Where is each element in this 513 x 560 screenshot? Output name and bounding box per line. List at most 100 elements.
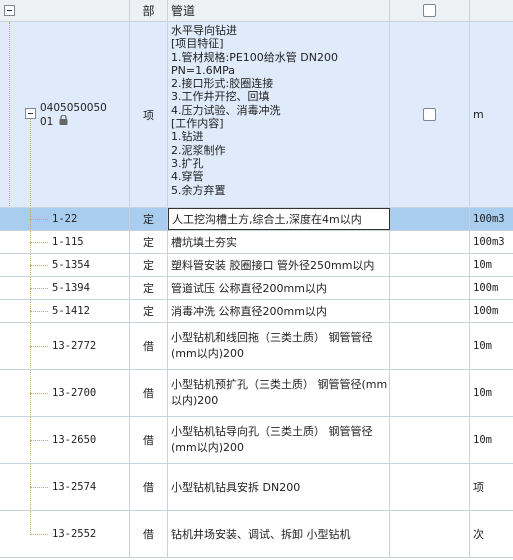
- tree-branch: [30, 440, 48, 441]
- header-name[interactable]: 管道: [168, 0, 390, 21]
- tree-guide-line: [9, 22, 10, 207]
- row-code: 1-115: [52, 236, 84, 248]
- row-name[interactable]: 塑料管安装 胶圈接口 管外径250mm以内: [168, 254, 390, 276]
- parent-code-line2-wrap: 01: [40, 115, 107, 129]
- row-code-cell: 5-1412: [0, 300, 130, 322]
- row-type: 借: [130, 370, 168, 416]
- row-check-cell: [390, 370, 470, 416]
- tree-branch: [30, 219, 48, 220]
- row-code: 5-1354: [52, 259, 90, 271]
- row-name[interactable]: 槽坑填土夯实: [168, 231, 390, 253]
- row-name[interactable]: 小型钻机预扩孔（三类土质） 钢管管径(mm以内)200: [168, 370, 390, 416]
- row-type: 借: [130, 417, 168, 463]
- row-check-cell: [390, 300, 470, 322]
- row-code-cell: 13-2700: [0, 370, 130, 416]
- lock-icon: [59, 115, 68, 125]
- row-code: 13-2650: [52, 434, 97, 446]
- table-row[interactable]: 13-2552 借 钻机井场安装、调试、拆卸 小型钻机 次: [0, 511, 513, 558]
- tree-branch: [30, 242, 48, 243]
- row-name[interactable]: 消毒冲洗 公称直径200mm以内: [168, 300, 390, 322]
- collapse-all-icon[interactable]: [4, 5, 15, 16]
- table-row[interactable]: 5-1354 定 塑料管安装 胶圈接口 管外径250mm以内 10m: [0, 254, 513, 277]
- header-type[interactable]: 部: [130, 0, 168, 21]
- row-unit: 100m: [473, 282, 499, 294]
- parent-unit: m: [473, 108, 484, 121]
- row-unit: 100m: [473, 305, 499, 317]
- parent-item-row[interactable]: 0405050050 01 项 水平导向钻进 [项目特征] 1.管材规格:PE1…: [0, 22, 513, 208]
- tree-branch: [30, 534, 48, 535]
- table-row[interactable]: 1-115 定 槽坑填土夯实 100m3: [0, 231, 513, 254]
- row-name[interactable]: 钻机井场安装、调试、拆卸 小型钻机: [168, 511, 390, 557]
- row-unit: 10m: [473, 387, 492, 399]
- parent-code-cell: 0405050050 01: [0, 22, 130, 207]
- row-code-cell: 1-115: [0, 231, 130, 253]
- select-all-checkbox[interactable]: [423, 4, 436, 17]
- row-name[interactable]: 管道试压 公称直径200mm以内: [168, 277, 390, 299]
- parent-type: 项: [130, 22, 168, 207]
- row-type: 定: [130, 231, 168, 253]
- row-unit: 10m: [473, 434, 492, 446]
- row-type: 借: [130, 464, 168, 510]
- header-tree-cell: [0, 0, 130, 21]
- row-check-cell: [390, 277, 470, 299]
- row-check-cell: [390, 208, 470, 230]
- header-unit: [470, 0, 513, 21]
- row-code: 13-2552: [52, 528, 97, 540]
- row-code-cell: 13-2772: [0, 323, 130, 369]
- row-check-cell: [390, 511, 470, 557]
- parent-check-cell: [390, 22, 470, 207]
- row-check-cell: [390, 464, 470, 510]
- row-check-cell: [390, 323, 470, 369]
- row-name-editor[interactable]: 人工挖沟槽土方,综合土,深度在4m以内: [168, 208, 390, 230]
- row-code-cell: 5-1394: [0, 277, 130, 299]
- parent-description: 水平导向钻进 [项目特征] 1.管材规格:PE100给水管 DN200 PN=1…: [171, 24, 338, 197]
- row-name[interactable]: 小型钻机钻导向孔（三类土质） 钢管管径(mm以内)200: [168, 417, 390, 463]
- row-code-cell: 13-2574: [0, 464, 130, 510]
- tree-guide-line: [30, 511, 31, 535]
- row-check-cell: [390, 417, 470, 463]
- row-type: 定: [130, 254, 168, 276]
- row-type: 定: [130, 300, 168, 322]
- tree-branch: [30, 265, 48, 266]
- row-type: 定: [130, 208, 168, 230]
- row-unit: 100m3: [473, 213, 505, 225]
- row-code: 13-2772: [52, 340, 97, 352]
- row-type: 借: [130, 511, 168, 557]
- row-check-cell: [390, 231, 470, 253]
- parent-checkbox[interactable]: [423, 108, 436, 121]
- parent-code-line2: 01: [40, 116, 54, 128]
- row-name[interactable]: 小型钻机和线回拖（三类土质） 钢管管径(mm以内)200: [168, 323, 390, 369]
- row-code-cell: 1-22: [0, 208, 130, 230]
- table-row[interactable]: 13-2650 借 小型钻机钻导向孔（三类土质） 钢管管径(mm以内)200 1…: [0, 417, 513, 464]
- row-unit: 100m3: [473, 236, 505, 248]
- row-code-cell: 5-1354: [0, 254, 130, 276]
- table-row[interactable]: 13-2772 借 小型钻机和线回拖（三类土质） 钢管管径(mm以内)200 1…: [0, 323, 513, 370]
- tree-branch: [30, 288, 48, 289]
- tree-branch: [30, 487, 48, 488]
- table-row[interactable]: 5-1412 定 消毒冲洗 公称直径200mm以内 100m: [0, 300, 513, 323]
- row-check-cell: [390, 254, 470, 276]
- row-code: 5-1394: [52, 282, 90, 294]
- row-unit: 10m: [473, 340, 492, 352]
- parent-description-cell[interactable]: 水平导向钻进 [项目特征] 1.管材规格:PE100给水管 DN200 PN=1…: [168, 22, 390, 207]
- table-row[interactable]: 13-2574 借 小型钻机钻具安拆 DN200 项: [0, 464, 513, 511]
- table-row[interactable]: 5-1394 定 管道试压 公称直径200mm以内 100m: [0, 277, 513, 300]
- row-code: 1-22: [52, 213, 78, 225]
- row-name[interactable]: 小型钻机钻具安拆 DN200: [168, 464, 390, 510]
- row-type: 借: [130, 323, 168, 369]
- table-row[interactable]: 13-2700 借 小型钻机预扩孔（三类土质） 钢管管径(mm以内)200 10…: [0, 370, 513, 417]
- row-code-cell: 13-2650: [0, 417, 130, 463]
- tree-branch: [30, 393, 48, 394]
- row-code: 13-2574: [52, 481, 97, 493]
- row-code: 5-1412: [52, 305, 90, 317]
- grid-header: 部 管道: [0, 0, 513, 22]
- table-row[interactable]: 1-22 定 人工挖沟槽土方,综合土,深度在4m以内 100m3: [0, 208, 513, 231]
- collapse-item-icon[interactable]: [25, 108, 36, 119]
- row-type: 定: [130, 277, 168, 299]
- header-select-all: [390, 0, 470, 21]
- row-unit: 项: [473, 481, 484, 494]
- tree-guide-line: [30, 119, 31, 207]
- parent-code-line1: 0405050050: [40, 102, 107, 114]
- row-code-cell: 13-2552: [0, 511, 130, 557]
- parent-code: 0405050050 01: [40, 101, 107, 129]
